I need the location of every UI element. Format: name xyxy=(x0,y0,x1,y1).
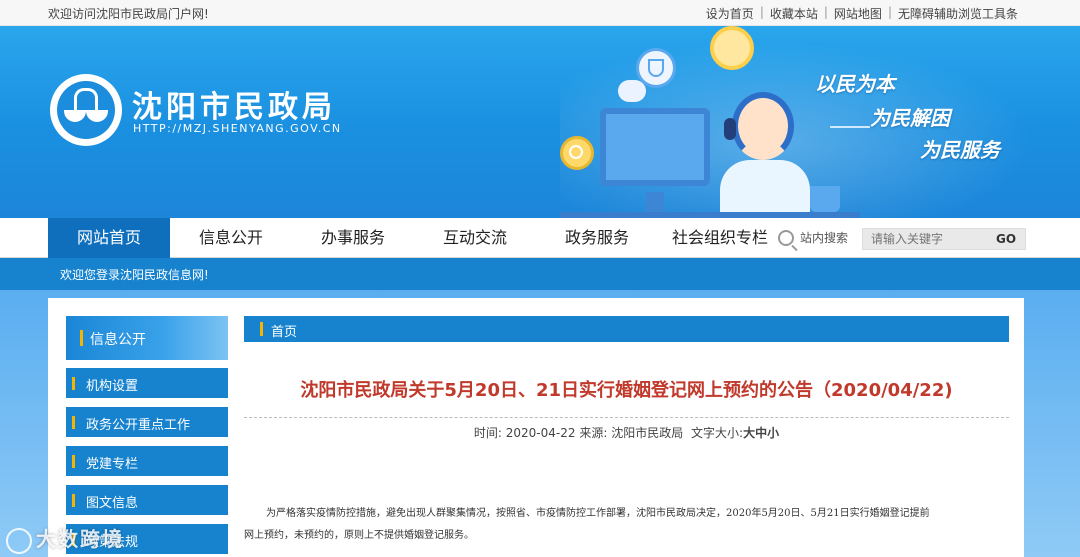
welcome-text: 欢迎访问沈阳市民政局门户网! xyxy=(48,7,209,21)
article-paragraph-line: 网上预约，未预约的，原则上不提供婚姻登记服务。 xyxy=(244,530,474,541)
top-links: 设为首页 | 收藏本站 | 网站地图 | 无障碍辅助浏览工具条 xyxy=(700,5,1024,22)
bookmark-link[interactable]: 收藏本站 xyxy=(764,5,824,22)
set-homepage-link[interactable]: 设为首页 xyxy=(700,5,760,22)
user-badge-icon xyxy=(710,26,754,70)
slogan-1: 以民为本 xyxy=(815,72,895,96)
font-size-large-button[interactable]: 大 xyxy=(743,426,755,440)
cup-icon xyxy=(810,186,840,212)
welcome-strip: 欢迎您登录沈阳民政信息网! xyxy=(0,258,1080,290)
nav-interaction[interactable]: 互动交流 xyxy=(414,218,536,258)
site-url: HTTP://MZJ.SHENYANG.GOV.CN xyxy=(133,122,342,135)
search-bubble-icon xyxy=(560,136,594,170)
main-nav: 网站首页 信息公开 办事服务 互动交流 政务服务 社会组织专栏 站内搜索 GO xyxy=(0,218,1080,258)
search-input[interactable] xyxy=(863,229,989,249)
civil-affairs-logo-icon[interactable] xyxy=(50,74,122,146)
title-divider xyxy=(244,417,1009,418)
font-size-medium-button[interactable]: 中 xyxy=(755,426,767,440)
font-size-small-button[interactable]: 小 xyxy=(767,426,779,440)
sidebar-item-organization[interactable]: 机构设置 xyxy=(66,368,228,398)
nav-info-disclosure[interactable]: 信息公开 xyxy=(170,218,292,258)
chat-bubble-icon xyxy=(618,80,646,102)
search-icon xyxy=(778,229,794,246)
nav-home[interactable]: 网站首页 xyxy=(48,218,170,258)
slogan-2: 为民解困 xyxy=(870,106,950,130)
headset-icon xyxy=(724,118,736,140)
agent-body xyxy=(720,160,810,216)
shield-icon xyxy=(648,59,664,77)
customer-service-illustration xyxy=(560,26,860,218)
sidebar-item-label: 图文信息 xyxy=(86,496,139,511)
sidebar-header: 信息公开 xyxy=(66,316,228,360)
sidebar-header-title: 信息公开 xyxy=(90,332,146,348)
header-banner: 沈阳市民政局 HTTP://MZJ.SHENYANG.GOV.CN 以民为本 为… xyxy=(0,26,1080,218)
pulse-line-icon xyxy=(830,110,870,128)
nav-social-organizations[interactable]: 社会组织专栏 xyxy=(658,218,782,258)
nav-services[interactable]: 办事服务 xyxy=(292,218,414,258)
sidebar-item-label: 党建专栏 xyxy=(86,457,139,472)
nav-government-services[interactable]: 政务服务 xyxy=(536,218,658,258)
article-title: 沈阳市民政局关于5月20日、21日实行婚姻登记网上预约的公告（2020/04/2… xyxy=(300,380,953,401)
watermark-logo-icon xyxy=(6,527,32,554)
sidebar-item-label: 政务公开重点工作 xyxy=(86,418,191,433)
monitor-icon xyxy=(600,108,710,186)
sidebar-item-photo-news[interactable]: 图文信息 xyxy=(66,485,228,515)
article-paragraph-line: 为严格落实疫情防控措施，避免出现人群聚集情况，按照省、市疫情防控工作部署，沈阳市… xyxy=(266,508,930,519)
accessibility-toolbar-link[interactable]: 无障碍辅助浏览工具条 xyxy=(892,5,1024,22)
breadcrumb: 首页 xyxy=(244,316,1009,342)
site-name[interactable]: 沈阳市民政局 xyxy=(132,82,336,126)
article-body: 为严格落实疫情防控措施，避免出现人群聚集情况，按照省、市疫情防控工作部署，沈阳市… xyxy=(244,503,1016,547)
slogan-3: 为民服务 xyxy=(920,138,1000,162)
search-box: GO xyxy=(862,228,1026,250)
search-go-button[interactable]: GO xyxy=(987,229,1025,249)
magnifier-icon xyxy=(569,145,583,159)
site-search-label: 站内搜索 xyxy=(778,229,848,246)
sidebar-item-label: 机构设置 xyxy=(86,379,139,394)
watermark: 大数跨境 xyxy=(6,523,124,554)
top-utility-bar: 欢迎访问沈阳市民政局门户网! 设为首页 | 收藏本站 | 网站地图 | 无障碍辅… xyxy=(0,0,1080,26)
sidebar-item-party-building[interactable]: 党建专栏 xyxy=(66,446,228,476)
agent-head xyxy=(732,92,794,160)
login-welcome-text: 欢迎您登录沈阳民政信息网! xyxy=(60,268,209,282)
sidebar-item-key-work[interactable]: 政务公开重点工作 xyxy=(66,407,228,437)
publish-date: 2020-04-22 xyxy=(505,426,576,440)
article-source: 沈阳市民政局 xyxy=(611,426,684,440)
breadcrumb-home-link[interactable]: 首页 xyxy=(271,321,297,340)
article-meta: 时间: 2020-04-22 来源: 沈阳市民政局 文字大小:大中小 xyxy=(473,426,780,440)
sitemap-link[interactable]: 网站地图 xyxy=(828,5,888,22)
